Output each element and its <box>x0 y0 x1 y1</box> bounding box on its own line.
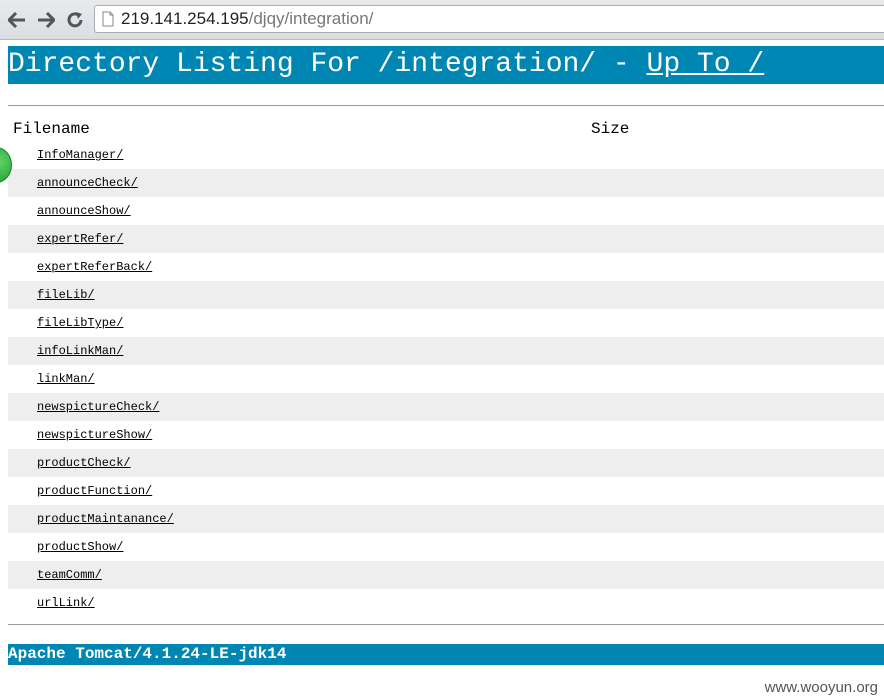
up-to-root-link[interactable]: Up To / <box>647 49 765 80</box>
directory-link[interactable]: announceShow/ <box>37 204 131 218</box>
filename-cell: linkMan/ <box>8 365 591 393</box>
directory-link[interactable]: productShow/ <box>37 540 123 554</box>
table-row: productCheck/ <box>8 449 884 477</box>
table-header-row: Filename Size <box>8 117 884 141</box>
watermark: www.wooyun.org <box>764 679 878 696</box>
table-row: newspictureCheck/ <box>8 393 884 421</box>
reload-icon <box>67 12 83 28</box>
directory-link[interactable]: urlLink/ <box>37 596 95 610</box>
directory-link[interactable]: announceCheck/ <box>37 176 138 190</box>
filename-cell: fileLibType/ <box>8 309 591 337</box>
table-row: productShow/ <box>8 533 884 561</box>
table-row: productMaintanance/ <box>8 505 884 533</box>
size-cell <box>591 533 884 561</box>
directory-link[interactable]: InfoManager/ <box>37 148 123 162</box>
table-row: expertReferBack/ <box>8 253 884 281</box>
size-cell <box>591 197 884 225</box>
filename-cell: expertReferBack/ <box>8 253 591 281</box>
filename-cell: newspictureCheck/ <box>8 393 591 421</box>
back-button[interactable] <box>6 9 28 31</box>
forward-button[interactable] <box>35 9 57 31</box>
size-cell <box>591 225 884 253</box>
filename-column-header: Filename <box>13 120 90 138</box>
size-cell <box>591 309 884 337</box>
directory-link[interactable]: expertReferBack/ <box>37 260 152 274</box>
table-row: newspictureShow/ <box>8 421 884 449</box>
table-row: teamComm/ <box>8 561 884 589</box>
size-cell <box>591 477 884 505</box>
directory-listing-page: Directory Listing For /integration/ - Up… <box>8 46 884 665</box>
directory-link[interactable]: productMaintanance/ <box>37 512 174 526</box>
size-cell <box>591 365 884 393</box>
url-path: /djqy/integration/ <box>248 9 374 28</box>
table-row: fileLibType/ <box>8 309 884 337</box>
directory-link[interactable]: teamComm/ <box>37 568 102 582</box>
filename-cell: productMaintanance/ <box>8 505 591 533</box>
reload-button[interactable] <box>64 9 86 31</box>
directory-link[interactable]: newspictureShow/ <box>37 428 152 442</box>
table-row: expertRefer/ <box>8 225 884 253</box>
table-row: announceShow/ <box>8 197 884 225</box>
filename-cell: infoLinkMan/ <box>8 337 591 365</box>
filename-cell: expertRefer/ <box>8 225 591 253</box>
size-cell <box>591 505 884 533</box>
table-row: productFunction/ <box>8 477 884 505</box>
filename-cell: announceShow/ <box>8 197 591 225</box>
directory-link[interactable]: infoLinkMan/ <box>37 344 123 358</box>
size-cell <box>591 449 884 477</box>
size-cell <box>591 253 884 281</box>
filename-cell: urlLink/ <box>8 589 591 617</box>
directory-link[interactable]: fileLib/ <box>37 288 95 302</box>
table-row: InfoManager/ <box>8 141 884 169</box>
directory-link[interactable]: expertRefer/ <box>37 232 123 246</box>
page-title: Directory Listing For /integration/ - Up… <box>8 46 884 84</box>
size-cell <box>591 393 884 421</box>
size-cell <box>591 589 884 617</box>
filename-cell: productCheck/ <box>8 449 591 477</box>
size-cell <box>591 337 884 365</box>
url-text: 219.141.254.195/djqy/integration/ <box>121 9 373 29</box>
table-row: fileLib/ <box>8 281 884 309</box>
back-arrow-icon <box>8 12 25 28</box>
table-row: urlLink/ <box>8 589 884 617</box>
filename-cell: productShow/ <box>8 533 591 561</box>
address-bar[interactable]: 219.141.254.195/djqy/integration/ <box>94 5 884 33</box>
table-row: linkMan/ <box>8 365 884 393</box>
filename-cell: fileLib/ <box>8 281 591 309</box>
directory-link[interactable]: newspictureCheck/ <box>37 400 159 414</box>
browser-toolbar: 219.141.254.195/djqy/integration/ <box>0 0 884 40</box>
filename-cell: productFunction/ <box>8 477 591 505</box>
file-table: Filename Size InfoManager/announceCheck/… <box>8 117 884 617</box>
size-cell <box>591 281 884 309</box>
url-host: 219.141.254.195 <box>121 9 249 28</box>
table-row: infoLinkMan/ <box>8 337 884 365</box>
filename-cell: InfoManager/ <box>8 141 591 169</box>
page-icon <box>102 11 114 27</box>
filename-cell: announceCheck/ <box>8 169 591 197</box>
size-cell <box>591 141 884 169</box>
size-column-header: Size <box>591 120 630 138</box>
table-row: announceCheck/ <box>8 169 884 197</box>
directory-link[interactable]: productCheck/ <box>37 456 131 470</box>
directory-link[interactable]: fileLibType/ <box>37 316 123 330</box>
server-footer: Apache Tomcat/4.1.24-LE-jdk14 <box>8 644 884 665</box>
forward-arrow-icon <box>38 12 55 28</box>
size-cell <box>591 169 884 197</box>
size-cell <box>591 421 884 449</box>
filename-cell: teamComm/ <box>8 561 591 589</box>
filename-cell: newspictureShow/ <box>8 421 591 449</box>
directory-link[interactable]: linkMan/ <box>37 372 95 386</box>
size-cell <box>591 561 884 589</box>
title-text: Directory Listing For /integration/ - <box>8 49 647 80</box>
file-list: InfoManager/announceCheck/announceShow/e… <box>8 141 884 617</box>
directory-link[interactable]: productFunction/ <box>37 484 152 498</box>
